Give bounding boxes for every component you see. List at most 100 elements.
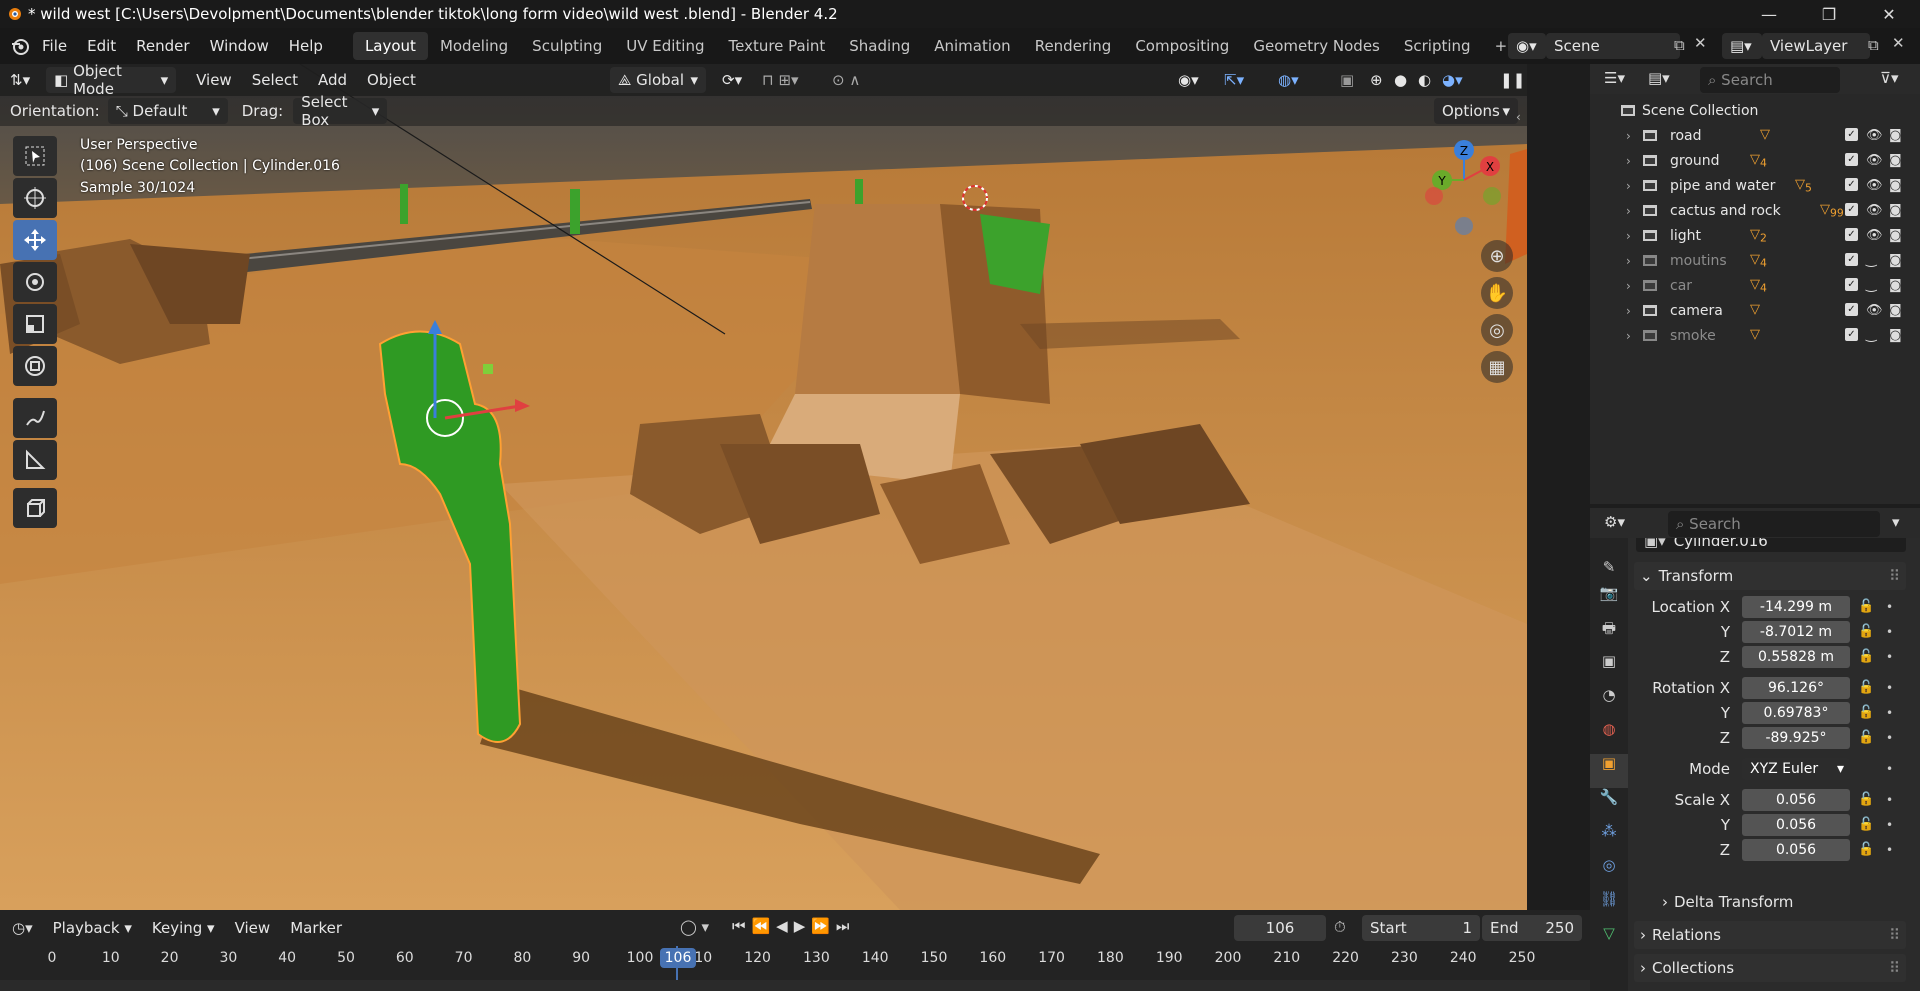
timeline-editor-icon[interactable]: ◷▾ <box>12 919 33 937</box>
camera-render-icon[interactable]: ◙ <box>1889 178 1902 193</box>
hidden-eye-icon[interactable]: ‿ <box>1866 253 1876 268</box>
viewlayer-browse-icon[interactable]: ▤▾ <box>1722 33 1762 59</box>
outliner-row-camera[interactable]: › camera ▽ ✓ 👁 ◙ <box>1590 298 1920 323</box>
close-window-button[interactable]: ✕ <box>1860 0 1918 28</box>
lock-icon[interactable]: 🔓 <box>1858 680 1874 695</box>
eye-icon[interactable]: 👁 <box>1866 128 1883 143</box>
constraints-tab-icon[interactable]: ⛓ <box>1590 890 1628 924</box>
zoom-icon[interactable]: ⊕ <box>1481 240 1513 272</box>
menu-keying[interactable]: Keying ▾ <box>142 919 225 937</box>
location-x-field[interactable]: -14.299 m <box>1742 595 1850 618</box>
viewport-menu-select[interactable]: Select <box>242 71 308 89</box>
current-frame-field[interactable]: 106 <box>1234 915 1326 941</box>
scale-z-field[interactable]: 0.056 <box>1742 838 1850 861</box>
tab-sculpting[interactable]: Sculpting <box>520 32 614 60</box>
new-scene-icon[interactable]: ⧉ <box>1674 36 1685 54</box>
expand-chevron-icon[interactable]: › <box>1626 229 1631 243</box>
tab-animation[interactable]: Animation <box>922 32 1022 60</box>
lock-icon[interactable]: 🔓 <box>1858 624 1874 639</box>
transform-orientation-dropdown[interactable]: ⟁ Global ▾ <box>610 67 706 93</box>
viewport-menu-object[interactable]: Object <box>357 71 426 89</box>
new-viewlayer-icon[interactable]: ⧉ <box>1868 36 1879 54</box>
eye-icon[interactable]: 👁 <box>1866 178 1883 193</box>
tool-tab-icon[interactable]: ✎ <box>1590 558 1628 584</box>
grid-perspective-icon[interactable]: ▦ <box>1481 351 1513 383</box>
orientation-default-dropdown[interactable]: ⤡ Default ▾ <box>107 98 228 124</box>
measure-tool-icon[interactable] <box>13 440 57 480</box>
blender-menu-icon[interactable] <box>10 36 32 56</box>
scale-y-field[interactable]: 0.056 <box>1742 813 1850 836</box>
camera-render-icon[interactable]: ◙ <box>1889 303 1902 318</box>
menu-window[interactable]: Window <box>200 28 279 64</box>
camera-render-icon[interactable]: ◙ <box>1889 153 1902 168</box>
rotation-y-field[interactable]: 0.69783° <box>1742 701 1850 724</box>
exclude-checkbox[interactable]: ✓ <box>1845 128 1858 141</box>
delete-viewlayer-icon[interactable]: ✕ <box>1892 34 1905 52</box>
menu-file[interactable]: File <box>32 28 77 64</box>
snap-icon[interactable]: ⊓ ⊞▾ <box>752 71 809 89</box>
keyframe-dot-icon[interactable]: • <box>1886 762 1893 776</box>
eye-icon[interactable]: 👁 <box>1866 303 1883 318</box>
gizmo-toggle-icon[interactable]: ⇱▾ <box>1214 71 1254 89</box>
menu-playback[interactable]: Playback ▾ <box>43 919 142 937</box>
annotate-tool-icon[interactable] <box>13 398 57 438</box>
exclude-checkbox[interactable]: ✓ <box>1845 228 1858 241</box>
expand-chevron-icon[interactable]: › <box>1626 304 1631 318</box>
lock-icon[interactable]: 🔓 <box>1858 792 1874 807</box>
properties-editor-icon[interactable]: ⚙▾ <box>1604 513 1625 531</box>
eye-icon[interactable]: 👁 <box>1866 228 1883 243</box>
keyframe-dot-icon[interactable]: • <box>1886 681 1893 695</box>
drag-handle-icon[interactable]: ⠿ <box>1889 567 1900 585</box>
expand-chevron-icon[interactable]: › <box>1626 154 1631 168</box>
stopwatch-icon[interactable]: ⏱ <box>1334 918 1346 936</box>
outliner-row-car[interactable]: › car ▽4 ✓ ‿ ◙ <box>1590 273 1920 298</box>
keyframe-dot-icon[interactable]: • <box>1886 818 1893 832</box>
tab-rendering[interactable]: Rendering <box>1023 32 1124 60</box>
keyframe-dot-icon[interactable]: • <box>1886 793 1893 807</box>
lock-icon[interactable]: 🔓 <box>1858 730 1874 745</box>
expand-chevron-icon[interactable]: › <box>1626 279 1631 293</box>
delete-scene-icon[interactable]: ✕ <box>1694 34 1707 52</box>
scene-collection-row[interactable]: Scene Collection <box>1590 98 1920 123</box>
expand-chevron-icon[interactable]: › <box>1626 179 1631 193</box>
location-z-field[interactable]: 0.55828 m <box>1742 645 1850 668</box>
tab-compositing[interactable]: Compositing <box>1123 32 1241 60</box>
keyframe-dot-icon[interactable]: • <box>1886 706 1893 720</box>
start-frame-field[interactable]: Start 1 <box>1362 915 1480 941</box>
select-box-icon[interactable] <box>13 136 57 176</box>
rotation-z-field[interactable]: -89.925° <box>1742 726 1850 749</box>
pan-hand-icon[interactable]: ✋ <box>1481 277 1513 309</box>
object-name-field[interactable]: ▣▾ Cylinder.016 <box>1636 538 1906 552</box>
exclude-checkbox[interactable]: ✓ <box>1845 178 1858 191</box>
display-mode-icon[interactable]: ▤▾ <box>1648 69 1670 87</box>
viewport-menu-add[interactable]: Add <box>308 71 357 89</box>
outliner-row-light[interactable]: › light ▽2 ✓ 👁 ◙ <box>1590 223 1920 248</box>
minimize-button[interactable]: — <box>1740 0 1798 28</box>
camera-render-icon[interactable]: ◙ <box>1889 328 1902 343</box>
sidebar-toggle-icon[interactable]: ‹ <box>1516 110 1521 124</box>
tab-modeling[interactable]: Modeling <box>428 32 520 60</box>
expand-chevron-icon[interactable]: › <box>1626 204 1631 218</box>
visibility-icon[interactable]: ◉▾ <box>1168 71 1209 89</box>
move-tool-icon[interactable] <box>13 220 57 260</box>
relations-panel-header[interactable]: › Relations ⠿ <box>1634 921 1906 949</box>
viewport-menu-view[interactable]: View <box>186 71 242 89</box>
eye-icon[interactable]: 👁 <box>1866 203 1883 218</box>
options-dropdown[interactable]: Options ▾ <box>1434 98 1518 124</box>
exclude-checkbox[interactable]: ✓ <box>1845 203 1858 216</box>
menu-edit[interactable]: Edit <box>77 28 126 64</box>
lock-icon[interactable]: 🔓 <box>1858 599 1874 614</box>
maximize-button[interactable]: ❐ <box>1800 0 1858 28</box>
expand-chevron-icon[interactable]: › <box>1626 329 1631 343</box>
outliner-row-moutins[interactable]: › moutins ▽4 ✓ ‿ ◙ <box>1590 248 1920 273</box>
tab-scripting[interactable]: Scripting <box>1392 32 1483 60</box>
scene-browse-icon[interactable]: ◉▾ <box>1508 33 1546 59</box>
outliner-search-input[interactable]: ⌕ Search <box>1700 67 1840 93</box>
outliner-row-ground[interactable]: › ground ▽4 ✓ 👁 ◙ <box>1590 148 1920 173</box>
keyframe-dot-icon[interactable]: • <box>1886 650 1893 664</box>
rotation-x-field[interactable]: 96.126° <box>1742 676 1850 699</box>
camera-view-icon[interactable]: ◎ <box>1481 314 1513 346</box>
editor-type-icon[interactable]: ⇅▾ <box>0 71 40 89</box>
proportional-edit-icon[interactable]: ⊙ ∧ <box>822 71 870 89</box>
hidden-eye-icon[interactable]: ‿ <box>1866 328 1876 343</box>
